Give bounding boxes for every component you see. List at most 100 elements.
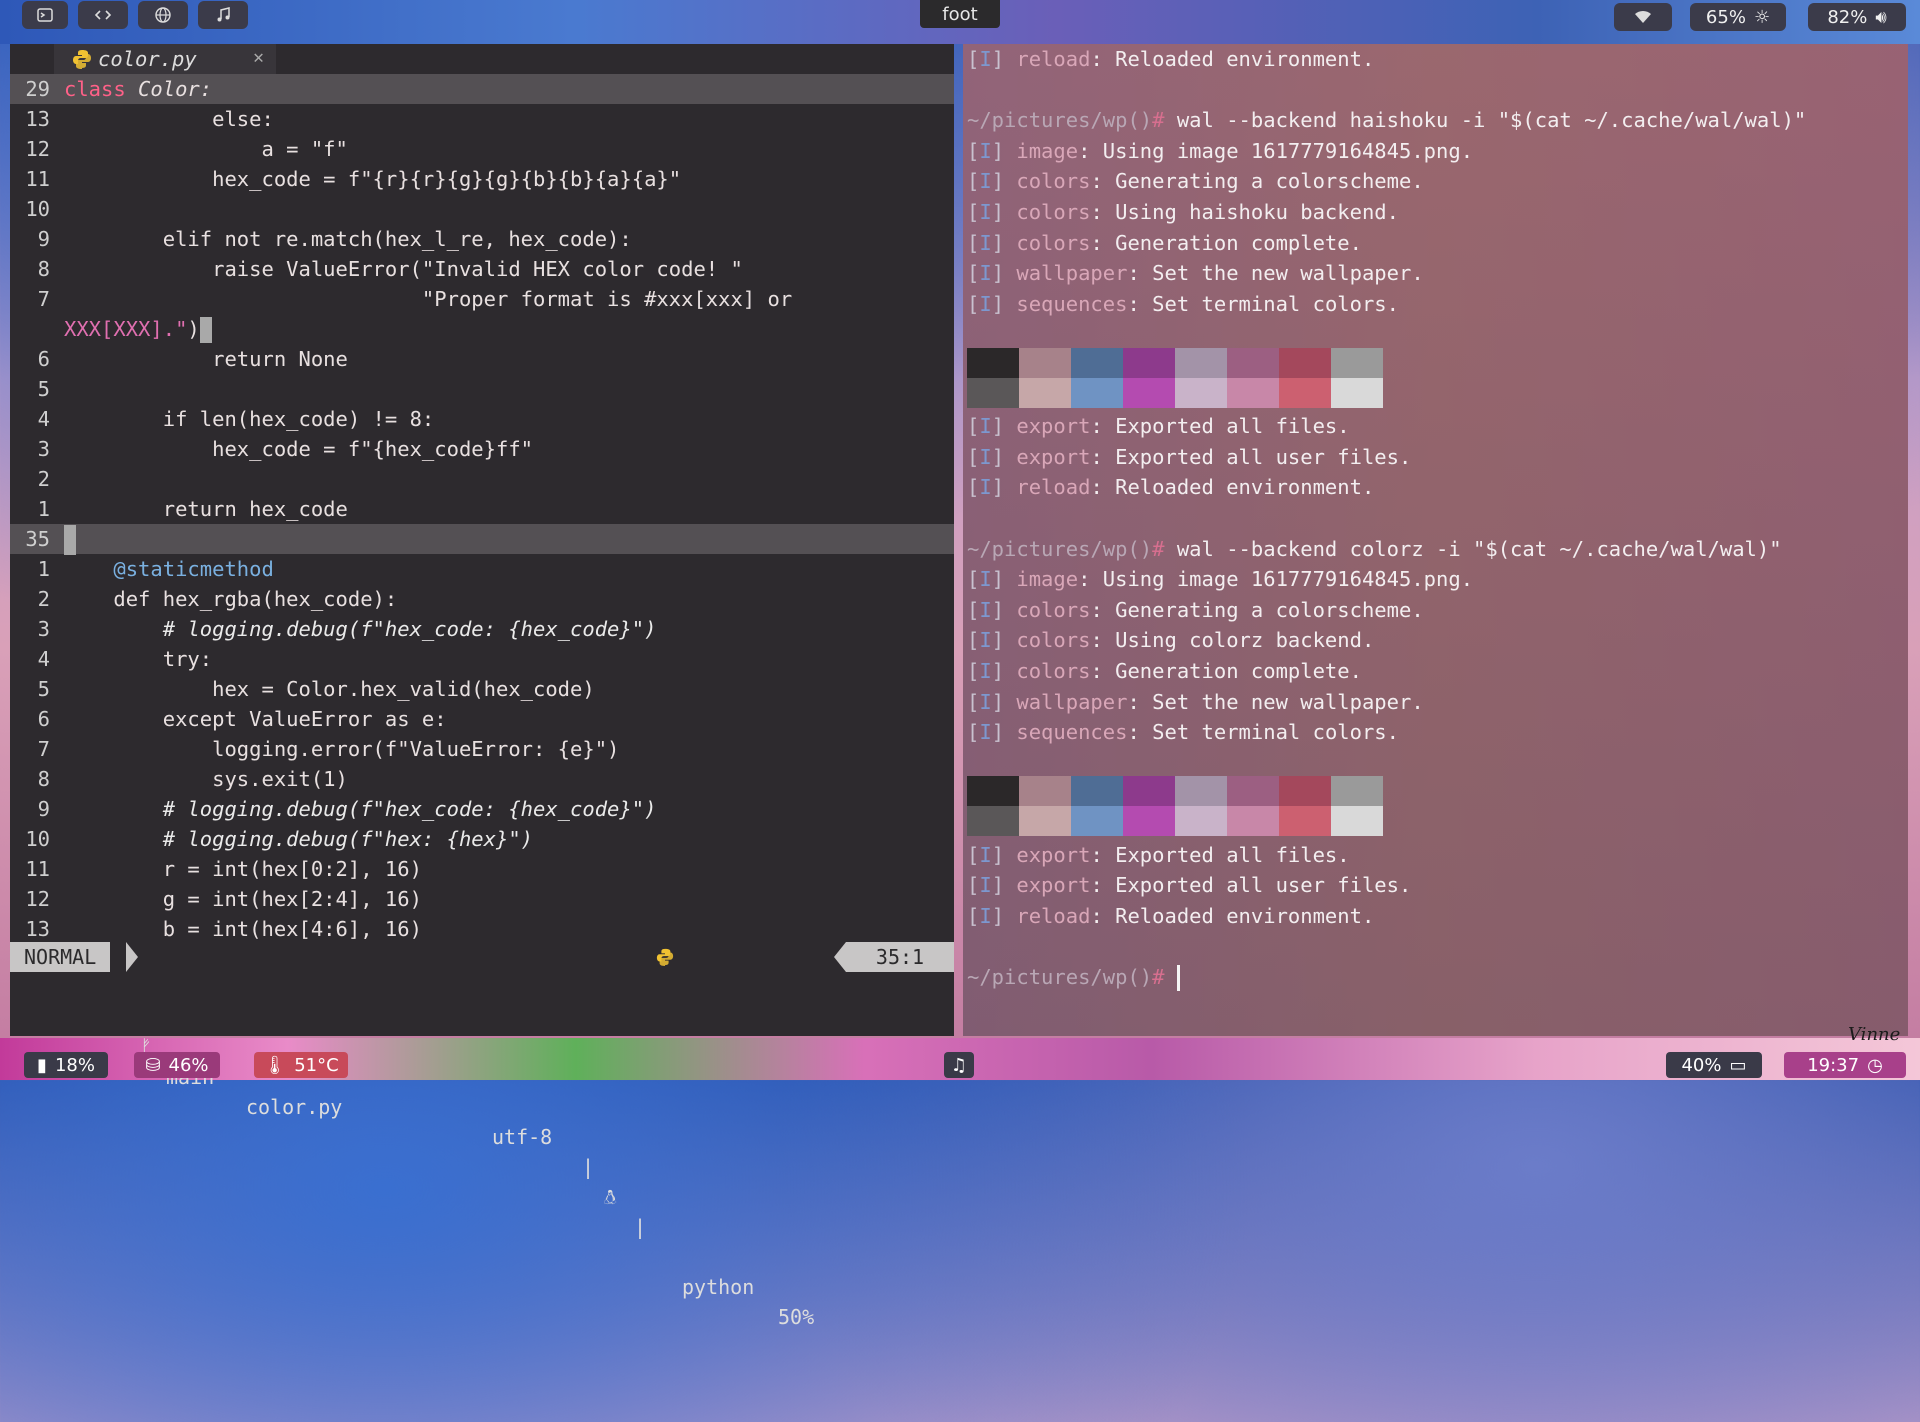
line-number: 6 xyxy=(37,347,50,371)
code-line[interactable]: 5 xyxy=(10,374,954,404)
text-cursor xyxy=(199,317,212,343)
color-swatch xyxy=(1123,776,1175,806)
code-text: elif not re.match(hex_l_re, hex_code): xyxy=(64,227,632,251)
music-widget[interactable]: ♫ xyxy=(944,1052,974,1078)
brightness-status[interactable]: 65% ☼ xyxy=(1690,3,1786,31)
line-number: 2 xyxy=(37,467,50,491)
color-swatch xyxy=(1279,378,1331,408)
code-line[interactable]: 9 elif not re.match(hex_l_re, hex_code): xyxy=(10,224,954,254)
code-line[interactable]: 4 if len(hex_code) != 8: xyxy=(10,404,954,434)
code-line[interactable]: 13 else: xyxy=(10,104,954,134)
code-line[interactable]: 7 "Proper format is #xxx[xxx] or xyxy=(10,284,954,314)
disk-value: 46% xyxy=(168,1054,209,1076)
log-line: [I] export: Exported all files. xyxy=(967,411,1350,441)
color-swatch-row xyxy=(967,806,1383,836)
command-text xyxy=(1164,965,1176,989)
code-line[interactable]: 13 b = int(hex[4:6], 16) xyxy=(10,914,954,944)
disk-status[interactable]: ⛁ 46% xyxy=(134,1052,220,1078)
color-swatch xyxy=(1123,348,1175,378)
line-number: 9 xyxy=(37,227,50,251)
log-module: sequences xyxy=(1016,292,1128,316)
log-message: : Generating a colorscheme. xyxy=(1090,169,1424,193)
code-line[interactable]: 1 @staticmethod xyxy=(10,554,954,584)
line-number: 35 xyxy=(25,527,50,551)
code-line[interactable]: 7 logging.error(f"ValueError: {e}") xyxy=(10,734,954,764)
log-message: : Exported all files. xyxy=(1090,414,1350,438)
mode-indicator: NORMAL xyxy=(10,942,111,972)
code-line[interactable]: XXX[XXX].") xyxy=(10,314,954,344)
log-line: [I] sequences: Set terminal colors. xyxy=(967,717,1399,747)
code-line[interactable]: 10 # logging.debug(f"hex: {hex}") xyxy=(10,824,954,854)
log-line: [I] image: Using image 1617779164845.png… xyxy=(967,136,1473,166)
color-swatch xyxy=(1227,806,1279,836)
line-number: 12 xyxy=(25,887,50,911)
code-line[interactable]: 12 g = int(hex[2:4], 16) xyxy=(10,884,954,914)
volume-status[interactable]: 82% 🔊︎ xyxy=(1808,3,1906,31)
temperature-status[interactable]: 🌡︎ 51°C xyxy=(254,1052,348,1078)
wifi-status[interactable] xyxy=(1614,3,1672,31)
close-tab-icon[interactable]: ✕ xyxy=(253,47,264,68)
code-editor-button[interactable] xyxy=(78,1,128,29)
log-module: colors xyxy=(1016,231,1091,255)
prompt-symbol: # xyxy=(1152,537,1165,561)
log-module: export xyxy=(1016,414,1091,438)
code-line[interactable]: 10 xyxy=(10,194,954,224)
code-line[interactable]: 4 try: xyxy=(10,644,954,674)
prompt-line[interactable]: ~/pictures/wp()# xyxy=(967,962,1180,992)
tab-color-py[interactable]: color.py ✕ xyxy=(54,44,276,74)
color-swatch xyxy=(1175,776,1227,806)
color-swatch xyxy=(1331,776,1383,806)
status-filename: color.py xyxy=(246,1095,343,1119)
cpu-status[interactable]: ▮ 18% xyxy=(24,1052,108,1078)
music-button[interactable] xyxy=(198,1,248,29)
code-line[interactable]: 3 hex_code = f"{hex_code}ff" xyxy=(10,434,954,464)
code-line[interactable]: 3 # logging.debug(f"hex_code: {hex_code}… xyxy=(10,614,954,644)
code-line[interactable]: 1 return hex_code xyxy=(10,494,954,524)
terminal-pane[interactable]: [I] reload: Reloaded environment. ~/pictu… xyxy=(963,44,1908,1036)
log-module: reload xyxy=(1016,904,1091,928)
log-message: : Reloaded environment. xyxy=(1090,475,1375,499)
code-line[interactable]: 5 hex = Color.hex_valid(hex_code) xyxy=(10,674,954,704)
code-line[interactable]: 6 except ValueError as e: xyxy=(10,704,954,734)
code-line[interactable]: 12 a = "f" xyxy=(10,134,954,164)
line-number: 13 xyxy=(25,107,50,131)
speaker-icon: 🔊︎ xyxy=(1875,6,1887,28)
color-swatch xyxy=(1071,378,1123,408)
log-message: : Exported all files. xyxy=(1090,843,1350,867)
line-number: 3 xyxy=(37,437,50,461)
code-line[interactable]: 2 xyxy=(10,464,954,494)
current-line[interactable]: 35 xyxy=(10,524,954,555)
code-line[interactable]: 6 return None xyxy=(10,344,954,374)
clock[interactable]: 19:37 ◷ xyxy=(1784,1052,1906,1078)
code-line-class[interactable]: 29 class Color: xyxy=(10,74,954,104)
log-module: colors xyxy=(1016,659,1091,683)
code-line[interactable]: 11 r = int(hex[0:2], 16) xyxy=(10,854,954,884)
prompt-path: ~/pictures/wp() xyxy=(967,965,1153,989)
battery-icon: ▭ xyxy=(1729,1054,1747,1076)
log-line: [I] image: Using image 1617779164845.png… xyxy=(967,564,1473,594)
terminal-launcher-button[interactable] xyxy=(22,1,68,29)
log-module: colors xyxy=(1016,200,1091,224)
code-text: try: xyxy=(64,647,213,671)
color-swatch xyxy=(1071,806,1123,836)
log-line: [I] reload: Reloaded environment. xyxy=(967,901,1374,931)
editor-pane[interactable]: color.py ✕ 29 class Color: 13 else: 12 a = … xyxy=(10,44,954,1329)
code-line[interactable]: 2 def hex_rgba(hex_code): xyxy=(10,584,954,614)
thermometer-icon: 🌡︎ xyxy=(263,1054,287,1076)
log-tag: [I] xyxy=(967,47,1017,71)
log-message: : Set terminal colors. xyxy=(1127,720,1399,744)
code-line[interactable]: 9 # logging.debug(f"hex_code: {hex_code}… xyxy=(10,794,954,824)
color-swatch xyxy=(1019,348,1071,378)
battery-status[interactable]: 40% ▭ xyxy=(1666,1052,1762,1078)
code-text: except ValueError as e: xyxy=(64,707,447,731)
log-tag: [I] xyxy=(967,904,1017,928)
log-line: [I] wallpaper: Set the new wallpaper. xyxy=(967,687,1424,717)
browser-button[interactable] xyxy=(138,1,188,29)
code-line[interactable]: 8 raise ValueError("Invalid HEX color co… xyxy=(10,254,954,284)
music-note-icon: ♫ xyxy=(950,1054,968,1076)
code-text: b = int(hex[4:6], 16) xyxy=(64,917,422,941)
code-line[interactable]: 8 sys.exit(1) xyxy=(10,764,954,794)
log-message: : Set the new wallpaper. xyxy=(1127,261,1424,285)
code-line[interactable]: 11 hex_code = f"{r}{r}{g}{g}{b}{b}{a}{a}… xyxy=(10,164,954,194)
log-tag: [I] xyxy=(967,445,1017,469)
